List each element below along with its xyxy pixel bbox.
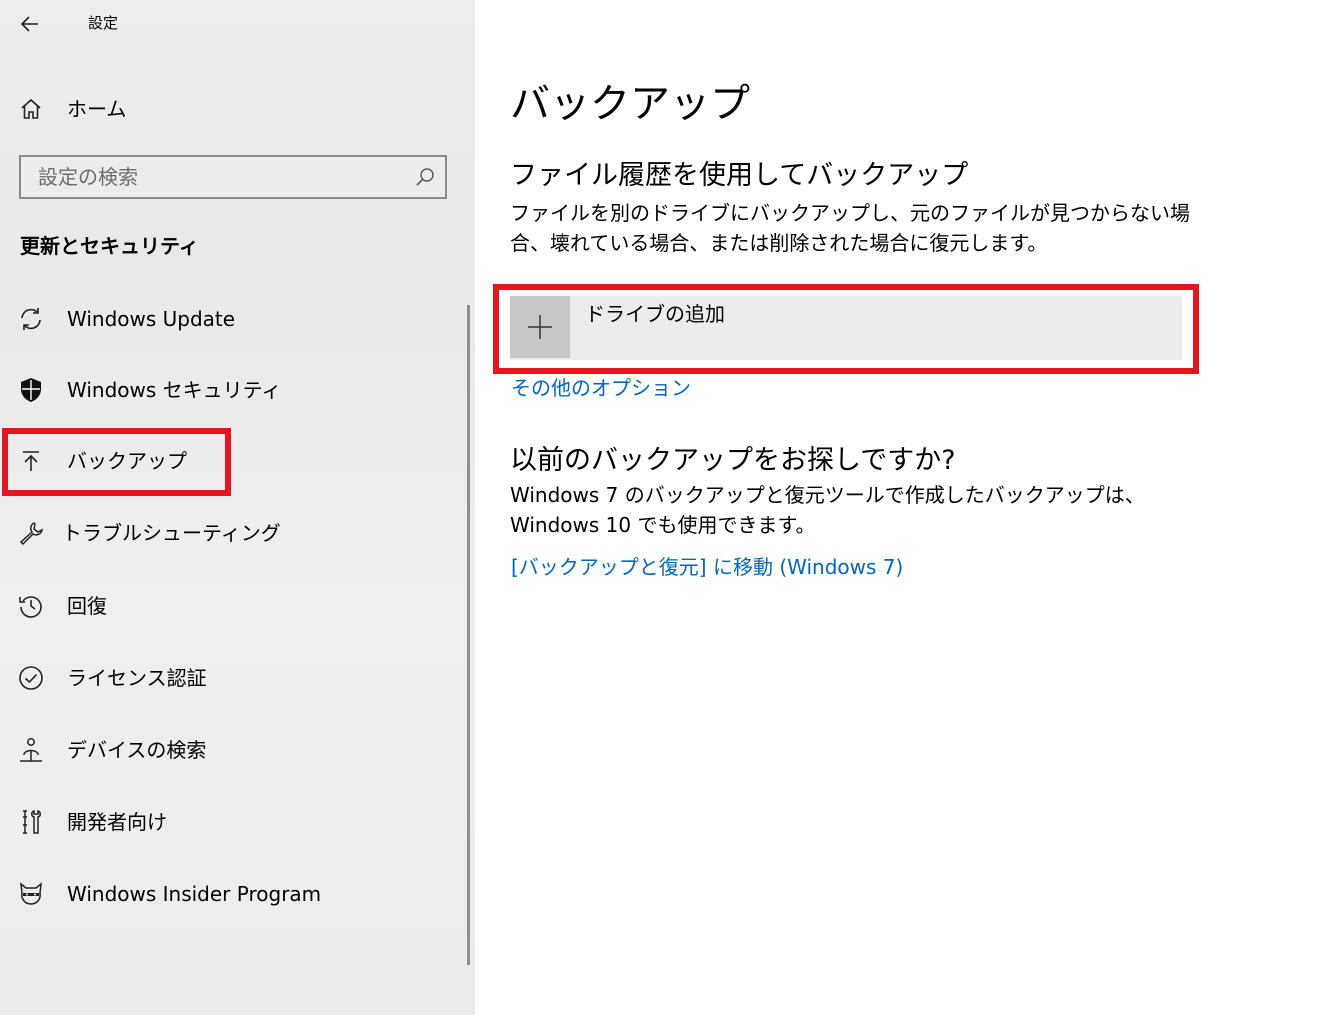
history-icon (18, 593, 44, 619)
search-icon[interactable] (415, 167, 435, 187)
back-arrow-icon (20, 16, 38, 32)
sidebar-item-backup[interactable]: バックアップ (0, 436, 470, 484)
sidebar-item-label: Windows セキュリティ (67, 378, 282, 402)
search-box[interactable] (19, 155, 447, 199)
sidebar: 設定 ホーム 更新とセキュリティ Windows Update Windows … (0, 0, 475, 1015)
sidebar-item-label: デバイスの検索 (67, 738, 207, 762)
check-circle-icon (18, 665, 44, 691)
sidebar-item-find-device[interactable]: デバイスの検索 (0, 725, 470, 773)
back-button[interactable] (12, 6, 48, 42)
sidebar-item-label: ライセンス認証 (67, 666, 207, 690)
sidebar-item-label: ホーム (67, 97, 127, 121)
wrench-icon (18, 520, 44, 546)
app-title: 設定 (88, 14, 119, 32)
file-history-heading: ファイル履歴を使用してバックアップ (510, 160, 969, 191)
developer-tools-icon (18, 809, 44, 835)
ninja-cat-icon (18, 881, 44, 907)
sidebar-item-windows-update[interactable]: Windows Update (0, 294, 470, 342)
sidebar-item-label: トラブルシューティング (62, 521, 281, 545)
home-icon (18, 96, 44, 122)
sidebar-scrollbar[interactable] (467, 305, 470, 965)
sidebar-item-recovery[interactable]: 回復 (0, 581, 470, 629)
sidebar-item-label: 開発者向け (67, 810, 167, 834)
sidebar-item-label: Windows Insider Program (67, 882, 322, 906)
file-history-description: ファイルを別のドライブにバックアップし、元のファイルが見つからない場合、壊れてい… (510, 201, 1190, 255)
sidebar-item-windows-insider[interactable]: Windows Insider Program (0, 869, 470, 917)
sidebar-item-developers[interactable]: 開発者向け (0, 797, 470, 845)
older-backup-heading: 以前のバックアップをお探しですか? (510, 445, 956, 476)
add-drive-label: ドライブの追加 (585, 302, 725, 326)
page-title: バックアップ (510, 81, 750, 127)
sync-icon (18, 306, 44, 332)
section-heading: 更新とセキュリティ (20, 234, 199, 258)
sidebar-item-label: 回復 (67, 594, 107, 618)
add-drive-button[interactable]: ドライブの追加 (510, 296, 1182, 360)
more-options-link[interactable]: その他のオプション (511, 374, 691, 402)
sidebar-item-activation[interactable]: ライセンス認証 (0, 653, 470, 701)
shield-icon (18, 377, 44, 403)
backup-arrow-up-icon (18, 448, 44, 474)
search-input[interactable] (21, 157, 418, 197)
person-location-icon (18, 737, 44, 763)
plus-icon (510, 296, 570, 358)
sidebar-item-label: Windows Update (67, 307, 236, 331)
older-backup-description: Windows 7 のバックアップと復元ツールで作成したバックアップは、Wind… (510, 483, 1145, 537)
sidebar-item-label: バックアップ (67, 449, 187, 473)
sidebar-item-windows-security[interactable]: Windows セキュリティ (0, 365, 470, 413)
main-content: バックアップ ファイル履歴を使用してバックアップ ファイルを別のドライブにバック… (475, 0, 1323, 1015)
sidebar-item-troubleshoot[interactable]: トラブルシューティング (0, 508, 470, 556)
backup-restore-windows7-link[interactable]: [バックアップと復元] に移動 (Windows 7) (511, 553, 903, 581)
sidebar-item-home[interactable]: ホーム (0, 84, 470, 132)
